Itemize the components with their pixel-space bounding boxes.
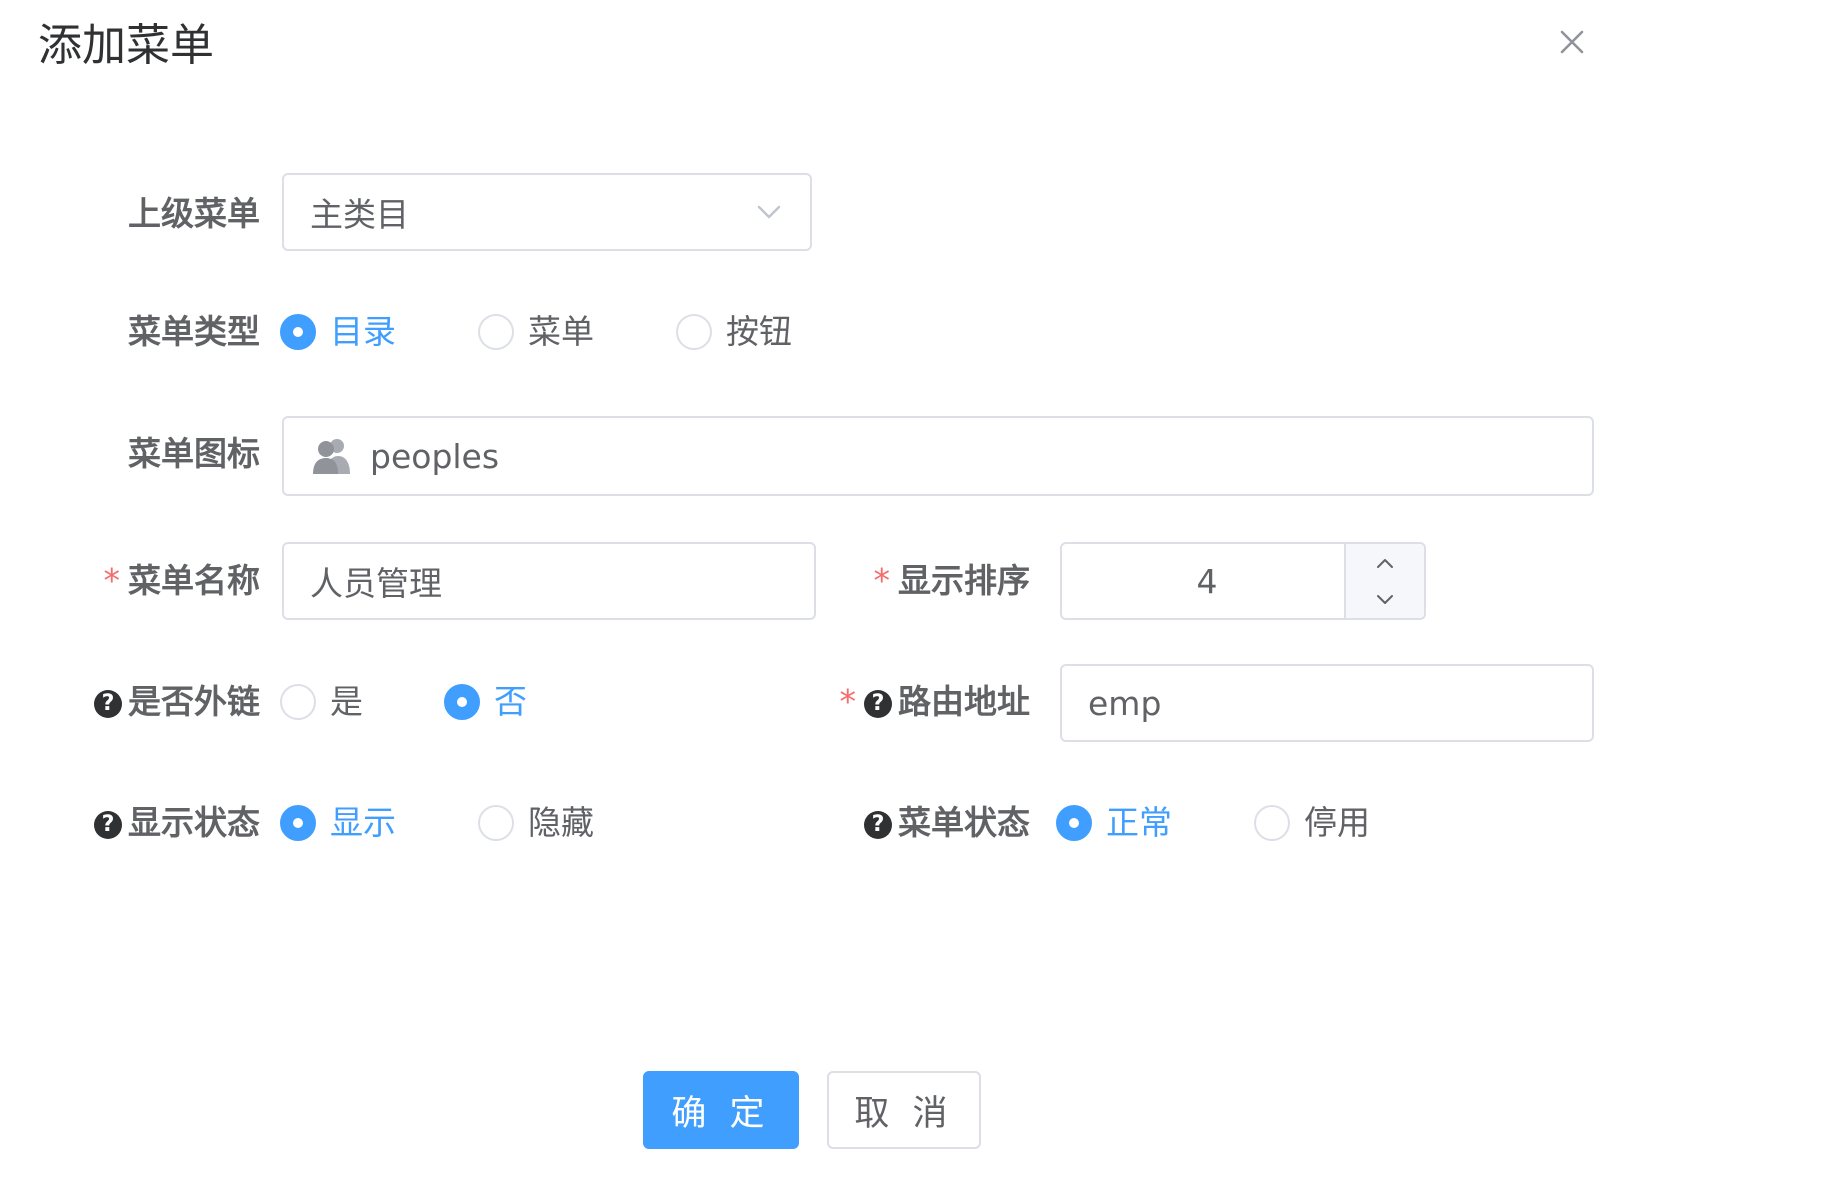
chevron-up-icon — [1377, 558, 1393, 568]
route-path-value: emp — [1088, 683, 1162, 723]
increase-button[interactable] — [1344, 544, 1424, 582]
confirm-button[interactable]: 确 定 — [643, 1071, 799, 1149]
parent-menu-label: 上级菜单 — [128, 194, 260, 233]
menu-type-radio-directory[interactable]: 目录 — [280, 312, 478, 352]
external-link-radio-no[interactable]: 否 — [444, 682, 527, 722]
radio-circle — [1254, 805, 1290, 841]
menu-type-radio-menu[interactable]: 菜单 — [478, 312, 676, 352]
menu-name-input[interactable]: 人员管理 — [282, 542, 816, 620]
radio-circle — [478, 314, 514, 350]
menu-name-label: * 菜单名称 — [103, 561, 261, 600]
menu-icon-value: peoples — [370, 436, 500, 476]
required-mark: * — [103, 561, 121, 600]
question-icon[interactable]: ? — [864, 690, 892, 718]
question-icon[interactable]: ? — [864, 811, 892, 839]
required-mark: * — [873, 561, 891, 600]
radio-circle — [1056, 805, 1092, 841]
parent-menu-select[interactable]: 主类目 — [282, 173, 812, 251]
close-button[interactable] — [1552, 22, 1592, 62]
external-link-radio-yes[interactable]: 是 — [280, 682, 444, 722]
radio-circle — [444, 684, 480, 720]
display-order-label: * 显示排序 — [873, 561, 1031, 600]
external-link-radio-group: 是 否 — [280, 682, 527, 722]
required-mark: * — [839, 682, 857, 721]
menu-type-radio-group: 目录 菜单 按钮 — [280, 312, 792, 352]
add-menu-dialog: 添加菜单 上级菜单 主类目 菜单类型 目录 菜单 按钮 菜单图标 peoples… — [0, 0, 1832, 1190]
external-link-label: ? 是否外链 — [0, 682, 260, 722]
cancel-button[interactable]: 取 消 — [827, 1071, 981, 1149]
route-path-input[interactable]: emp — [1060, 664, 1594, 742]
question-icon[interactable]: ? — [94, 690, 122, 718]
display-status-radio-hide[interactable]: 隐藏 — [478, 803, 594, 843]
menu-status-radio-normal[interactable]: 正常 — [1056, 803, 1254, 843]
radio-circle — [280, 684, 316, 720]
radio-circle — [280, 805, 316, 841]
display-order-value[interactable]: 4 — [1062, 544, 1352, 618]
menu-type-label: 菜单类型 — [128, 312, 260, 351]
radio-circle — [676, 314, 712, 350]
display-order-number-input: 4 — [1060, 542, 1426, 620]
display-status-radio-group: 显示 隐藏 — [280, 803, 594, 843]
close-icon — [1560, 30, 1584, 54]
menu-name-value: 人员管理 — [310, 564, 442, 603]
parent-menu-value: 主类目 — [310, 195, 409, 234]
route-path-label: *? 路由地址 — [839, 682, 1031, 721]
radio-circle — [280, 314, 316, 350]
peoples-icon — [313, 439, 350, 474]
menu-type-radio-button[interactable]: 按钮 — [676, 312, 792, 352]
menu-status-label: ? 菜单状态 — [770, 803, 1030, 843]
decrease-button[interactable] — [1344, 580, 1424, 618]
display-status-radio-show[interactable]: 显示 — [280, 803, 478, 843]
menu-icon-label: 菜单图标 — [128, 434, 260, 473]
chevron-down-icon — [757, 205, 781, 219]
menu-icon-input[interactable]: peoples — [282, 416, 1594, 496]
display-status-label: ? 显示状态 — [0, 803, 260, 843]
menu-status-radio-disabled[interactable]: 停用 — [1254, 803, 1370, 843]
menu-status-radio-group: 正常 停用 — [1056, 803, 1370, 843]
chevron-down-icon — [1377, 595, 1393, 604]
radio-circle — [478, 805, 514, 841]
dialog-title: 添加菜单 — [38, 20, 214, 71]
question-icon[interactable]: ? — [94, 811, 122, 839]
